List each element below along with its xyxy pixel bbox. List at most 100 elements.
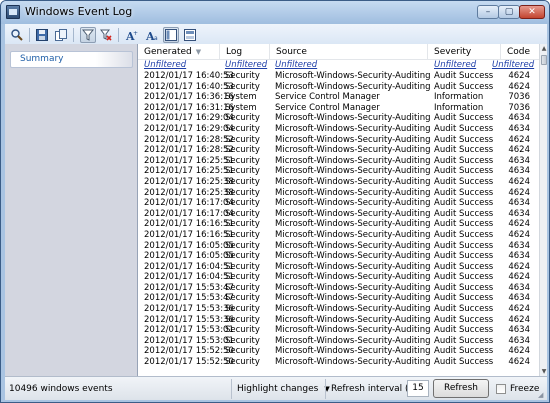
table-row[interactable]: 2012/01/17 15:53:36 Security Microsoft-Win…: [138, 315, 539, 326]
freeze-checkbox[interactable]: [496, 384, 506, 394]
title-bar[interactable]: Windows Event Log – ▢ ✕: [1, 1, 549, 24]
save-icon[interactable]: [34, 27, 50, 43]
table-row[interactable]: 2012/01/17 16:16:51 Security Microsoft-Win…: [138, 230, 539, 241]
cell-code: 4634: [508, 123, 530, 134]
cell-severity: Audit Success: [434, 357, 494, 368]
filter-icon[interactable]: [80, 27, 96, 43]
table-row[interactable]: 2012/01/17 16:40:53 Security Microsoft-Win…: [138, 71, 539, 82]
filter-severity-link[interactable]: Unfiltered: [434, 60, 476, 71]
scroll-down-icon[interactable]: ▼: [540, 367, 548, 376]
cell-severity: Audit Success: [434, 304, 494, 315]
column-header-log[interactable]: Log: [220, 44, 270, 60]
table-row[interactable]: 2012/01/17 16:25:51 Security Microsoft-Win…: [138, 166, 539, 177]
table-row[interactable]: 2012/01/17 16:40:53 Security Microsoft-Win…: [138, 82, 539, 93]
toolbar-divider: [29, 28, 30, 42]
refresh-now-button[interactable]: Refresh now: [433, 379, 489, 402]
column-header-generated[interactable]: Generated ▼: [138, 44, 220, 60]
cell-generated: 2012/01/17 15:53:01: [144, 335, 234, 346]
table-row[interactable]: 2012/01/17 15:53:36 Security Microsoft-Win…: [138, 304, 539, 315]
cell-log: Security: [225, 229, 260, 240]
column-header-source[interactable]: Source: [270, 44, 428, 60]
copy-icon[interactable]: [53, 27, 69, 43]
minimize-button[interactable]: –: [477, 5, 499, 19]
table-row[interactable]: 2012/01/17 16:28:52 Security Microsoft-Win…: [138, 135, 539, 146]
font-smaller-icon[interactable]: Aa: [144, 27, 160, 43]
table-row[interactable]: 2012/01/17 15:53:01 Security Microsoft-Win…: [138, 325, 539, 336]
filter-code-link[interactable]: Unfiltered: [492, 60, 534, 71]
table-row[interactable]: 2012/01/17 16:25:38 Security Microsoft-Win…: [138, 177, 539, 188]
table-row[interactable]: 2012/01/17 16:28:52 Security Microsoft-Win…: [138, 145, 539, 156]
preview-icon[interactable]: [182, 27, 198, 43]
cell-generated: 2012/01/17 15:53:47: [144, 293, 234, 304]
table-row[interactable]: 2012/01/17 16:36:16 System Service Control…: [138, 92, 539, 103]
cell-code: 4634: [508, 325, 530, 336]
table-row[interactable]: 2012/01/17 16:25:51 Security Microsoft-Win…: [138, 156, 539, 167]
table-row[interactable]: 2012/01/17 15:53:01 Security Microsoft-Win…: [138, 336, 539, 347]
cell-code: 4624: [508, 346, 530, 357]
cell-generated: 2012/01/17 16:05:05: [144, 251, 234, 262]
table-row[interactable]: 2012/01/17 16:31:16 System Service Control…: [138, 103, 539, 114]
table-row[interactable]: 2012/01/17 16:29:04 Security Microsoft-Win…: [138, 124, 539, 135]
filter-log-link[interactable]: Unfiltered: [225, 60, 267, 71]
magnify-icon[interactable]: [9, 27, 25, 43]
table-row[interactable]: 2012/01/17 16:29:04 Security Microsoft-Win…: [138, 113, 539, 124]
freeze-label: Freeze: [510, 384, 540, 394]
table-row[interactable]: 2012/01/17 16:16:51 Security Microsoft-Win…: [138, 219, 539, 230]
cell-source: Microsoft-Windows-Security-Auditing: [275, 155, 431, 166]
table-row[interactable]: 2012/01/17 16:04:51 Security Microsoft-Win…: [138, 262, 539, 273]
table-row[interactable]: 2012/01/17 15:52:50 Security Microsoft-Win…: [138, 346, 539, 357]
table-row[interactable]: 2012/01/17 16:17:04 Security Microsoft-Win…: [138, 198, 539, 209]
cell-source: Microsoft-Windows-Security-Auditing: [275, 71, 431, 81]
cell-source: Microsoft-Windows-Security-Auditing: [275, 240, 431, 251]
cell-source: Microsoft-Windows-Security-Auditing: [275, 272, 431, 283]
table-row[interactable]: 2012/01/17 15:53:47 Security Microsoft-Win…: [138, 283, 539, 294]
vertical-scrollbar[interactable]: ▲ ▼: [539, 44, 547, 376]
close-button[interactable]: ✕: [519, 5, 545, 19]
column-header-severity[interactable]: Severity: [428, 44, 501, 60]
toolbar-divider: [118, 28, 119, 42]
table-row[interactable]: 2012/01/17 16:25:38 Security Microsoft-Win…: [138, 188, 539, 199]
cell-severity: Audit Success: [434, 335, 494, 346]
table-row[interactable]: 2012/01/17 15:53:47 Security Microsoft-Win…: [138, 293, 539, 304]
column-header-code[interactable]: Code: [501, 44, 539, 60]
cell-source: Microsoft-Windows-Security-Auditing: [275, 357, 431, 368]
toolbar: A + Aa: [5, 24, 547, 44]
filter-source-link[interactable]: Unfiltered: [275, 60, 317, 71]
refresh-interval-input[interactable]: 15: [407, 380, 429, 397]
cell-log: Security: [225, 293, 260, 304]
cell-log: Security: [225, 304, 260, 315]
sidebar: Summary: [5, 44, 138, 376]
sidebar-item-summary[interactable]: Summary: [10, 51, 133, 68]
cell-code: 4634: [508, 113, 530, 124]
cell-generated: 2012/01/17 15:52:50: [144, 346, 234, 357]
cell-source: Microsoft-Windows-Security-Auditing: [275, 123, 431, 134]
cell-log: Security: [225, 134, 260, 145]
cell-generated: 2012/01/17 16:17:04: [144, 208, 234, 219]
cell-log: Security: [225, 314, 260, 325]
cell-generated: 2012/01/17 16:28:52: [144, 134, 234, 145]
cell-severity: Audit Success: [434, 208, 494, 219]
resize-grip-icon[interactable]: ◢: [538, 391, 546, 399]
cell-log: Security: [225, 251, 260, 262]
scroll-up-icon[interactable]: ▲: [540, 44, 548, 53]
table-row[interactable]: 2012/01/17 16:05:05 Security Microsoft-Win…: [138, 241, 539, 252]
table-header: Generated ▼ Log Source Severity Code: [138, 44, 539, 60]
cell-source: Microsoft-Windows-Security-Auditing: [275, 187, 431, 198]
highlight-changes-dropdown[interactable]: Highlight changes ▼: [237, 381, 330, 397]
table-row[interactable]: 2012/01/17 16:05:05 Security Microsoft-Win…: [138, 251, 539, 262]
table-row[interactable]: 2012/01/17 16:17:04 Security Microsoft-Win…: [138, 209, 539, 220]
table-row[interactable]: 2012/01/17 15:52:50 Security Microsoft-Win…: [138, 357, 539, 368]
cell-source: Microsoft-Windows-Security-Auditing: [275, 81, 431, 92]
cell-generated: 2012/01/17 15:53:47: [144, 282, 234, 293]
layout-icon[interactable]: [163, 27, 179, 43]
scroll-thumb[interactable]: [541, 55, 547, 65]
cell-severity: Audit Success: [434, 240, 494, 251]
svg-text:a: a: [154, 35, 158, 42]
clear-filter-icon[interactable]: [98, 27, 114, 43]
cell-generated: 2012/01/17 16:17:04: [144, 198, 234, 209]
filter-generated-link[interactable]: Unfiltered: [144, 60, 186, 71]
maximize-button[interactable]: ▢: [498, 5, 520, 19]
table-row[interactable]: 2012/01/17 16:04:51 Security Microsoft-Win…: [138, 272, 539, 283]
cell-log: Security: [225, 123, 260, 134]
font-larger-icon[interactable]: A +: [124, 27, 140, 43]
